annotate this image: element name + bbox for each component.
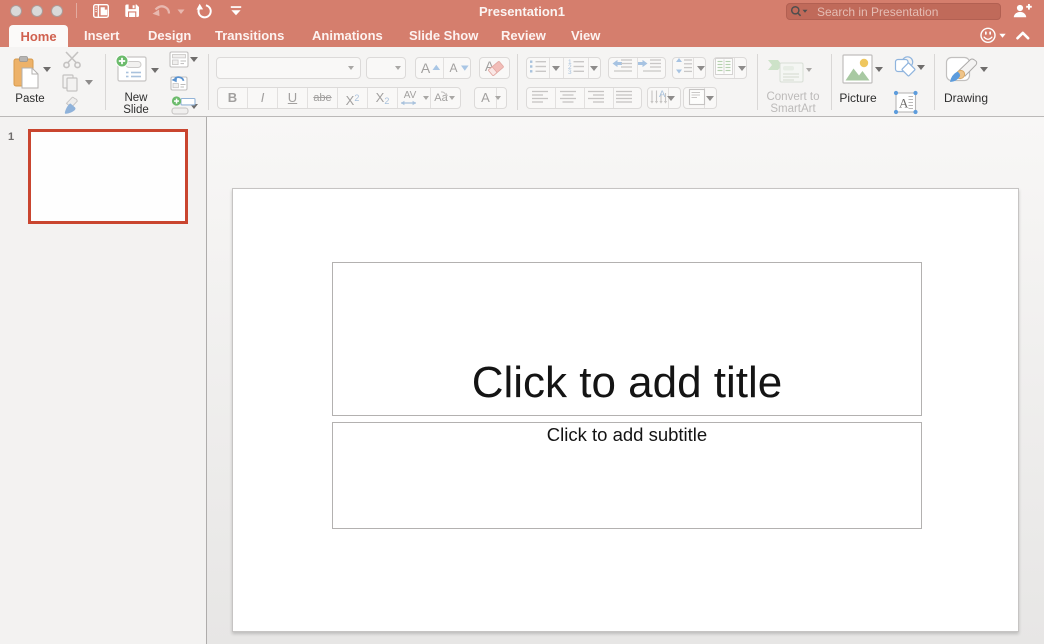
svg-text:A: A (899, 96, 909, 111)
